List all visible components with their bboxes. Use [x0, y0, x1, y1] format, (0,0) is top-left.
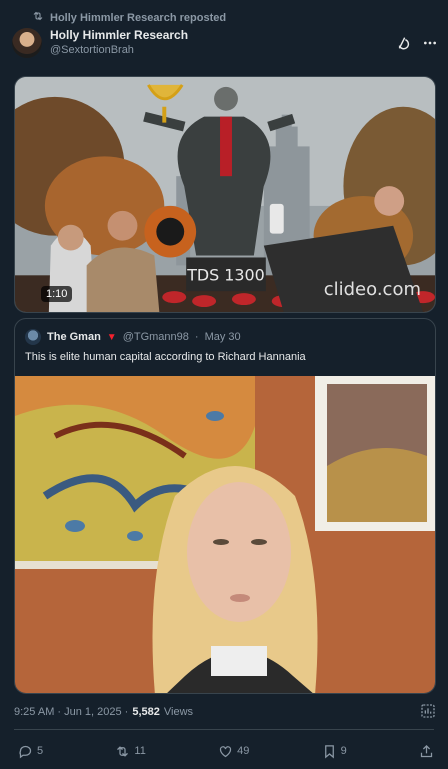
quote-display-name[interactable]: The Gman: [47, 331, 101, 343]
heart-icon: ▼: [106, 331, 117, 343]
reply-icon: [19, 745, 32, 758]
share-button[interactable]: [419, 744, 434, 759]
reply-count: 5: [37, 745, 44, 757]
repost-icon: [32, 10, 44, 25]
quote-handle[interactable]: @TGmann98: [123, 331, 189, 343]
like-count: 49: [237, 745, 250, 757]
share-icon: [420, 744, 433, 757]
post-timestamp[interactable]: 9:25 AM · Jun 1, 2025 ·: [14, 706, 128, 718]
quoted-video-thumbnail: [15, 376, 435, 693]
statue-plaque-text: TDS 1300: [186, 265, 265, 284]
quoted-post-video[interactable]: [15, 376, 435, 693]
quote-date[interactable]: May 30: [205, 331, 241, 343]
bookmark-icon: [324, 744, 334, 758]
bookmark-count: 9: [340, 745, 347, 757]
divider: [14, 729, 434, 730]
like-button[interactable]: 49: [218, 744, 249, 759]
author-display-name[interactable]: Holly Himmler Research: [50, 28, 188, 43]
video-watermark: clideo.com: [323, 279, 421, 300]
repost-count: 11: [134, 745, 146, 757]
analytics-icon[interactable]: [420, 703, 436, 719]
like-icon: [219, 745, 232, 757]
video-thumbnail: TDS 1300: [15, 77, 435, 312]
quote-separator: ·: [194, 331, 199, 343]
post-meta: 9:25 AM · Jun 1, 2025 · 5,582 Views: [14, 706, 193, 718]
author-handle[interactable]: @SextortionBrah: [50, 43, 188, 58]
quote-text: This is elite human capital according to…: [25, 351, 306, 363]
views-count: 5,582: [132, 706, 160, 718]
post-video[interactable]: TDS 1300 1:10 clideo.com: [14, 76, 436, 313]
grok-icon[interactable]: [394, 35, 410, 51]
repost-icon: [117, 745, 129, 757]
reply-button[interactable]: 5: [18, 744, 43, 759]
repost-button[interactable]: 11: [115, 744, 146, 759]
video-duration: 1:10: [41, 286, 73, 302]
quoted-post[interactable]: The Gman ▼ @TGmann98 · May 30 This is el…: [14, 318, 436, 694]
repost-indicator[interactable]: Holly Himmler Research reposted: [32, 10, 226, 25]
post-header: Holly Himmler Research @SextortionBrah: [12, 26, 438, 60]
more-icon[interactable]: [422, 35, 438, 51]
repost-text: Holly Himmler Research reposted: [50, 11, 227, 24]
avatar[interactable]: [12, 28, 42, 58]
quote-avatar[interactable]: [25, 329, 41, 345]
action-bar: 5 11 49 9: [18, 742, 434, 760]
bookmark-button[interactable]: 9: [322, 744, 347, 759]
views-label: Views: [163, 706, 194, 718]
quoted-post-header: The Gman ▼ @TGmann98 · May 30: [25, 329, 241, 345]
